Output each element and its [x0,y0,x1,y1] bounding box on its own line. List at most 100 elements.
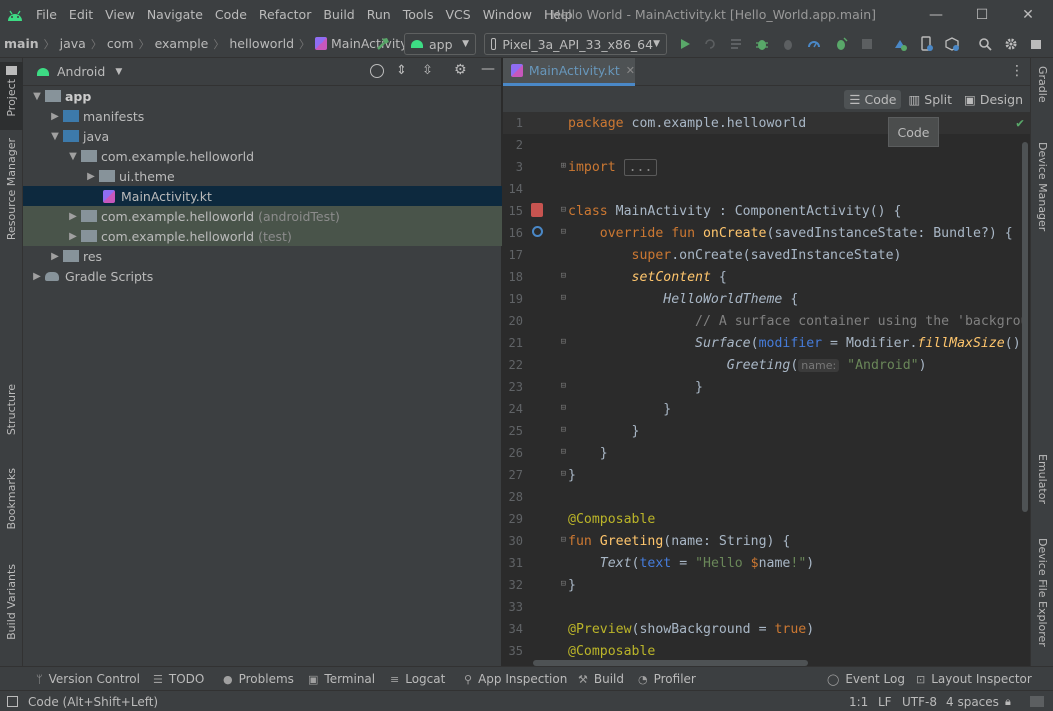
code-line[interactable]: 31 Text(text = "Hello $name!") [503,552,1030,574]
tree-item-gradle-scripts[interactable]: ▶ Gradle Scripts [23,266,502,286]
chevron-right-icon[interactable]: ▶ [65,211,81,222]
locate-file-icon[interactable] [370,64,384,78]
fold-icon[interactable]: ⊞ [561,161,566,171]
code-line[interactable]: 34 @Preview(showBackground = true) [503,618,1030,640]
attach-debugger-icon[interactable] [779,35,797,53]
tree-item-mainactivity[interactable]: MainActivity.kt [23,186,502,206]
code-line[interactable]: 28 [503,486,1030,508]
chevron-right-icon[interactable]: ▶ [83,171,99,182]
minimize-button[interactable]: — [913,0,959,30]
menu-build[interactable]: Build [317,0,360,30]
code-area[interactable]: 1 package com.example.helloworld ✔ 2 3 ⊞ … [503,112,1030,666]
maximize-button[interactable]: ☐ [959,0,1005,30]
tool-logcat[interactable]: ≡ Logcat [390,667,445,691]
fold-icon[interactable]: ⊟ [561,579,566,589]
menu-code[interactable]: Code [209,0,253,30]
fold-icon[interactable]: ⊟ [561,535,566,545]
menu-file[interactable]: File [30,0,63,30]
make-project-hammer-icon[interactable] [374,35,392,53]
chevron-right-icon[interactable]: ▶ [65,231,81,242]
apply-changes-icon[interactable] [701,35,719,53]
settings-gear-icon[interactable] [1002,35,1020,53]
tree-item-res[interactable]: ▶ res [23,246,502,266]
code-line[interactable]: 1 package com.example.helloworld ✔ [503,112,1030,134]
tab-device-manager[interactable]: Device Manager [1031,142,1053,252]
breadcrumb-helloworld[interactable]: helloworld [229,36,294,51]
fold-icon[interactable]: ⊟ [561,447,566,457]
menu-window[interactable]: Window [477,0,538,30]
menu-navigate[interactable]: Navigate [141,0,209,30]
fold-icon[interactable]: ⊟ [561,271,566,281]
device-manager-icon[interactable] [917,35,935,53]
fold-icon[interactable]: ⊟ [561,337,566,347]
fold-icon[interactable]: ⊟ [561,227,566,237]
tool-todo[interactable]: ☰ TODO [153,667,204,691]
lock-icon[interactable]: 🔒︎ [1005,695,1011,709]
tool-version-control[interactable]: ᛘ Version Control [36,667,140,691]
code-line[interactable]: 23 ⊟ } [503,376,1030,398]
more-options-icon[interactable]: ⋮ [1010,63,1024,79]
code-line[interactable]: 22 Greeting(name: "Android") [503,354,1030,376]
code-line[interactable]: 14 [503,178,1030,200]
tree-item-manifests[interactable]: ▶ manifests [23,106,502,126]
tool-profiler[interactable]: ◔ Profiler [638,667,696,691]
tab-emulator[interactable]: Emulator [1031,454,1053,524]
tool-event-log[interactable]: ◯ Event Log [827,667,905,691]
debug-icon[interactable] [753,35,771,53]
code-line[interactable]: 33 [503,596,1030,618]
chevron-right-icon[interactable]: ▶ [47,111,63,122]
device-select[interactable]: Pixel_3a_API_33_x86_64 ▼ [484,33,667,55]
tab-device-file-explorer[interactable]: Device File Explorer [1031,538,1053,658]
tree-item-java[interactable]: ▼ java [23,126,502,146]
breadcrumb-example[interactable]: example [155,36,209,51]
code-line[interactable]: 24 ⊟ } [503,398,1030,420]
code-line[interactable]: 29 @Composable [503,508,1030,530]
view-mode-code-button[interactable]: ☰ Code [844,89,902,109]
close-icon[interactable]: ✕ [626,64,635,77]
code-line[interactable]: 15 ⊟ class MainActivity : ComponentActiv… [503,200,1030,222]
menu-edit[interactable]: Edit [63,0,99,30]
project-view-select[interactable]: Android [57,64,105,79]
code-line[interactable]: 19 ⊟ HelloWorldTheme { [503,288,1030,310]
collapse-all-icon[interactable]: ⇳ [422,63,433,78]
breadcrumb-java[interactable]: java [60,36,86,51]
chevron-down-icon[interactable]: ▼ [47,131,63,142]
code-line[interactable]: 3 ⊞ import ... [503,156,1030,178]
sync-gradle-icon[interactable] [891,35,909,53]
tab-project[interactable]: Project [0,62,23,130]
code-line[interactable]: 21 ⊟ Surface(modifier = Modifier.fillMaxS… [503,332,1030,354]
chevron-down-icon[interactable]: ▼ [115,67,122,77]
code-line[interactable]: 18 ⊟ setContent { [503,266,1030,288]
chevron-right-icon[interactable]: ▶ [47,251,63,262]
expand-all-icon[interactable]: ⇕ [396,63,407,78]
fold-icon[interactable]: ⊟ [561,403,566,413]
fold-icon[interactable]: ⊟ [561,469,566,479]
run-config-select[interactable]: app ▼ [404,33,476,55]
code-line[interactable]: 30 ⊟ fun Greeting(name: String) { [503,530,1030,552]
breadcrumb-main[interactable]: main [4,36,39,51]
menu-run[interactable]: Run [361,0,397,30]
tab-bookmarks[interactable]: Bookmarks [0,468,23,548]
tool-terminal[interactable]: ▣ Terminal [308,667,375,691]
menu-view[interactable]: View [99,0,141,30]
tab-build-variants[interactable]: Build Variants [0,564,23,660]
tab-resource-manager[interactable]: Resource Manager [0,138,23,258]
fold-icon[interactable]: ⊟ [561,293,566,303]
code-line[interactable]: 2 [503,134,1030,156]
stop-icon[interactable] [858,35,876,53]
code-line[interactable]: 32 ⊟ } [503,574,1030,596]
view-mode-split-button[interactable]: ▥ Split [903,90,957,109]
code-line[interactable]: 27 ⊟ } [503,464,1030,486]
jetbrains-account-icon[interactable] [1027,35,1045,53]
tree-item-unit-test[interactable]: ▶ com.example.helloworld (test) [23,226,502,246]
tool-problems[interactable]: ● Problems [223,667,294,691]
tool-build[interactable]: ⚒ Build [578,667,624,691]
code-line[interactable]: 35 @Composable [503,640,1030,662]
indent-setting[interactable]: 4 spaces [946,691,999,711]
editor-tab-mainactivity[interactable]: MainActivity.kt ✕ [503,58,635,86]
vertical-scrollbar[interactable] [1022,142,1028,512]
fold-icon[interactable]: ⊟ [561,425,566,435]
tree-item-package[interactable]: ▼ com.example.helloworld [23,146,502,166]
code-line[interactable]: 17 super.onCreate(savedInstanceState) [503,244,1030,266]
code-line[interactable]: 20 // A surface container using the 'bac… [503,310,1030,332]
